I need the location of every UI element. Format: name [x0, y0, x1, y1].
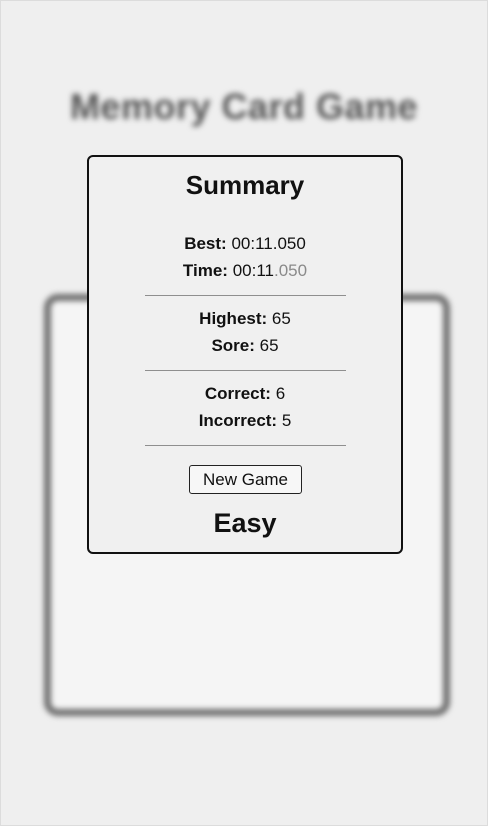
current-time-main: 00:11	[232, 261, 274, 280]
divider	[145, 445, 346, 446]
best-time-label: Best:	[184, 234, 227, 253]
current-time-row: Time: 00:11.050	[89, 261, 401, 281]
current-time-label: Time:	[182, 261, 228, 280]
score-value: 65	[259, 336, 279, 355]
divider	[145, 295, 346, 296]
best-time-value: 00:11.050	[231, 234, 306, 253]
divider	[145, 370, 346, 371]
score-row: Sore: 65	[89, 336, 401, 356]
highest-score-row: Highest: 65	[89, 309, 401, 329]
incorrect-row: Incorrect: 5	[89, 411, 401, 431]
current-time-milliseconds: .050	[273, 261, 308, 280]
score-label: Sore:	[211, 336, 255, 355]
incorrect-label: Incorrect:	[198, 411, 278, 430]
summary-modal: Summary Best: 00:11.050 Time: 00:11.050 …	[87, 155, 403, 554]
current-time-value: 00:11.050	[233, 261, 307, 280]
correct-label: Correct:	[204, 384, 271, 403]
difficulty-label: Easy	[213, 508, 277, 538]
new-game-button[interactable]: New Game	[189, 465, 302, 494]
best-time-row: Best: 00:11.050	[89, 234, 401, 254]
correct-row: Correct: 6	[89, 384, 401, 404]
highest-score-value: 65	[271, 309, 291, 328]
highest-score-label: Highest:	[199, 309, 268, 328]
correct-value: 6	[275, 384, 286, 403]
incorrect-value: 5	[281, 411, 292, 430]
summary-title: Summary	[185, 170, 305, 200]
game-title: Memory Card Game	[69, 86, 419, 127]
